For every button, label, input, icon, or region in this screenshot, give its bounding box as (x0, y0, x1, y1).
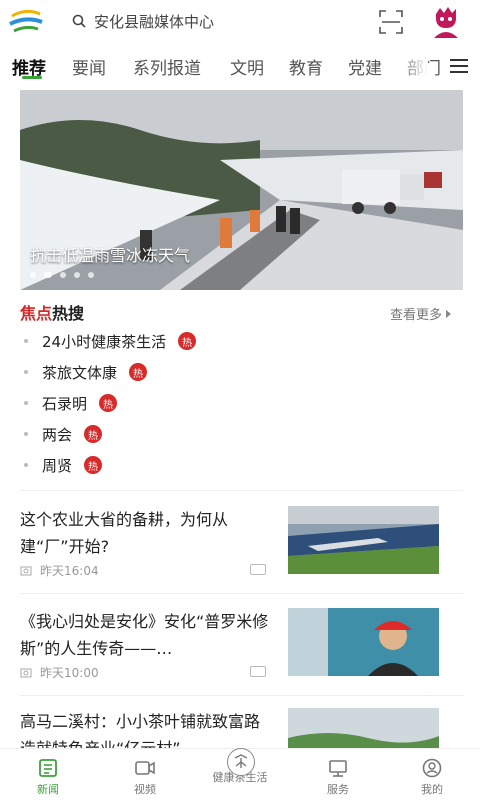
news-card[interactable]: 这个农业大省的备耕，为何从建“厂”开始? 昨天16:04 (20, 506, 463, 586)
banner-caption: 抗击低温雨雪冰冻天气 (30, 246, 191, 265)
carousel-dot[interactable] (88, 272, 94, 278)
tea-button[interactable] (227, 748, 255, 776)
bullet-dot (24, 432, 28, 436)
search-input[interactable]: 安化县融媒体中心 (72, 9, 214, 33)
clock-icon (20, 566, 32, 575)
tab-civilization[interactable]: 文明 (230, 54, 264, 79)
menu-icon[interactable] (450, 58, 468, 74)
hot-item-label: 24小时健康茶生活 (42, 332, 167, 351)
hot-item-label: 两会 (42, 425, 73, 444)
nav-profile[interactable]: 我的 (392, 757, 472, 797)
hot-item-label: 茶旅文体康 (42, 363, 118, 382)
clock-icon (20, 668, 32, 677)
bullet-dot (24, 463, 28, 467)
bullet-dot (24, 339, 28, 343)
nav-service[interactable]: 服务 (298, 757, 378, 797)
close-icon[interactable] (250, 666, 266, 677)
bullet-dot (24, 370, 28, 374)
news-meta: 昨天16:04 (20, 562, 99, 579)
hot-item[interactable]: 周贤 热 (24, 453, 103, 477)
hot-search-title-red: 焦点 (20, 304, 53, 323)
see-more-link[interactable]: 查看更多 (390, 304, 452, 323)
bullet-dot (24, 401, 28, 405)
nav-video[interactable]: 视频 (105, 757, 185, 797)
hot-item[interactable]: 石录明 热 (24, 391, 118, 415)
news-icon (39, 759, 57, 777)
profile-icon (422, 758, 442, 778)
news-thumbnail-image (288, 608, 439, 676)
search-icon (72, 14, 86, 28)
service-icon (329, 760, 347, 777)
hot-badge: 热 (129, 363, 148, 381)
active-tab-indicator (22, 76, 42, 79)
hot-search-title-black: 热搜 (52, 304, 85, 323)
nav-label: 视频 (134, 783, 156, 796)
news-thumbnail (288, 506, 439, 574)
tab-party[interactable]: 党建 (348, 54, 382, 79)
divider (20, 593, 463, 594)
app-logo-icon[interactable] (8, 8, 44, 36)
divider (20, 490, 463, 491)
tab-education[interactable]: 教育 (289, 54, 323, 79)
carousel-dot[interactable] (74, 272, 80, 278)
chevron-right-icon (446, 309, 452, 318)
hot-badge: 热 (84, 456, 103, 474)
news-thumbnail-image (288, 506, 439, 574)
tab-important-news[interactable]: 要闻 (72, 54, 106, 79)
carousel-dot[interactable] (30, 272, 36, 278)
news-card[interactable]: 《我心归处是安化》安化“普罗米修斯”的人生传奇——… 昨天10:00 (20, 608, 463, 688)
news-time: 昨天16:04 (40, 564, 99, 578)
mascot-avatar-icon[interactable] (428, 4, 464, 40)
hot-badge: 热 (84, 425, 103, 443)
banner-carousel[interactable]: 抗击低温雨雪冰冻天气 (20, 90, 463, 290)
news-time: 昨天10:00 (40, 666, 99, 680)
nav-label: 新闻 (37, 783, 59, 796)
close-icon[interactable] (250, 564, 266, 575)
scan-icon[interactable] (378, 9, 404, 35)
hot-item-label: 石录明 (42, 394, 88, 413)
tea-icon (234, 754, 248, 768)
hot-search-title: 焦点热搜 (20, 300, 84, 324)
tab-series[interactable]: 系列报道 (133, 54, 201, 79)
nav-label: 我的 (421, 783, 443, 796)
divider (20, 695, 463, 696)
video-icon (135, 761, 155, 775)
tab-fade (398, 50, 428, 80)
carousel-dot[interactable] (60, 272, 66, 278)
nav-news[interactable]: 新闻 (8, 757, 88, 797)
hot-item-label: 周贤 (42, 456, 73, 475)
news-thumbnail (288, 608, 439, 676)
top-bar: 安化县融媒体中心 (0, 0, 480, 44)
carousel-dot-active[interactable] (44, 272, 52, 278)
hot-item[interactable]: 两会 热 (24, 422, 103, 446)
hot-badge: 热 (99, 394, 118, 412)
see-more-label: 查看更多 (390, 308, 443, 323)
news-title: 这个农业大省的备耕，为何从建“厂”开始? (20, 510, 229, 556)
hot-badge: 热 (178, 332, 197, 350)
search-placeholder: 安化县融媒体中心 (94, 12, 215, 31)
news-meta: 昨天10:00 (20, 664, 99, 681)
nav-label: 服务 (327, 783, 349, 796)
carousel-dots (30, 272, 94, 278)
hot-item[interactable]: 茶旅文体康 热 (24, 360, 148, 384)
news-title: 《我心归处是安化》安化“普罗米修斯”的人生传奇——… (20, 612, 269, 658)
hot-item[interactable]: 24小时健康茶生活 热 (24, 329, 197, 353)
